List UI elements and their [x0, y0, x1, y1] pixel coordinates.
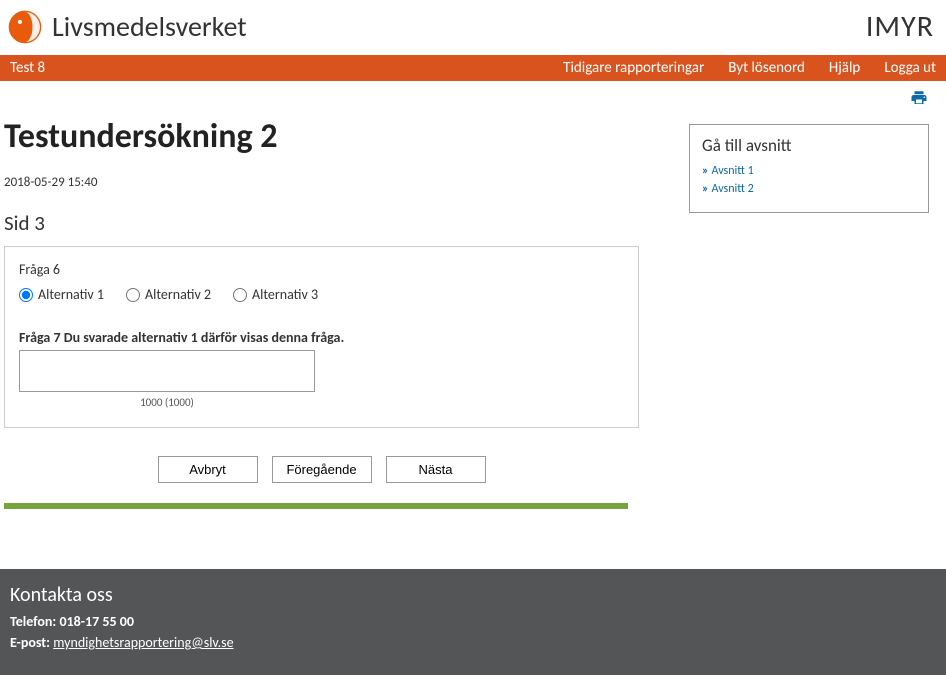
question7-label: Fråga 7 Du svarade alternativ 1 därför v… — [19, 329, 624, 346]
option-alt3[interactable]: Alternativ 3 — [233, 286, 318, 303]
raquo-icon: » — [702, 164, 708, 178]
option-label: Alternativ 1 — [38, 286, 104, 303]
option-alt1[interactable]: Alternativ 1 — [19, 286, 104, 303]
footer-title: Kontakta oss — [10, 583, 936, 607]
print-icon[interactable] — [910, 90, 928, 112]
progress-bar — [4, 503, 628, 509]
brand-text: Livsmedelsverket — [52, 9, 247, 44]
section-nav-box: Gå till avsnitt »Avsnitt 1 »Avsnitt 2 — [689, 124, 929, 213]
section-link-label: Avsnitt 2 — [711, 182, 753, 196]
question-box: Fråga 6 Alternativ 1 Alternativ 2 Altern… — [4, 246, 639, 428]
question7-input[interactable] — [19, 350, 315, 392]
page-title: Testundersökning 2 — [4, 116, 639, 157]
brand: Livsmedelsverket — [8, 9, 247, 44]
phone-value: 018-17 55 00 — [59, 613, 133, 630]
email-link[interactable]: myndighetsrapportering@slv.se — [53, 634, 233, 651]
question7: Fråga 7 Du svarade alternativ 1 därför v… — [19, 329, 624, 409]
section-nav-title: Gå till avsnitt — [702, 135, 916, 156]
section-link-1[interactable]: »Avsnitt 1 — [702, 164, 916, 178]
question6-label: Fråga 6 — [19, 261, 624, 278]
livsmedelsverket-logo-icon — [8, 10, 42, 44]
radio-alt1[interactable] — [19, 288, 33, 302]
radio-alt2[interactable] — [126, 288, 140, 302]
nav-link-tidigare[interactable]: Tidigare rapporteringar — [563, 59, 704, 77]
app-name: IMYR — [866, 8, 934, 45]
timestamp: 2018-05-29 15:40 — [4, 175, 639, 190]
section-link-2[interactable]: »Avsnitt 2 — [702, 182, 916, 196]
next-button[interactable]: Nästa — [386, 456, 486, 483]
footer-email-line: E-post: myndighetsrapportering@slv.se — [10, 634, 936, 651]
option-label: Alternativ 2 — [145, 286, 211, 303]
nav-link-logga-ut[interactable]: Logga ut — [884, 59, 936, 77]
phone-label: Telefon: — [10, 613, 56, 630]
radio-alt3[interactable] — [233, 288, 247, 302]
nav-left-label[interactable]: Test 8 — [10, 59, 45, 77]
option-alt2[interactable]: Alternativ 2 — [126, 286, 211, 303]
page-number-label: Sid 3 — [4, 210, 639, 236]
email-label: E-post: — [10, 634, 50, 651]
header: Livsmedelsverket IMYR — [0, 0, 946, 55]
prev-button[interactable]: Föregående — [272, 456, 372, 483]
navbar: Test 8 Tidigare rapporteringar Byt lösen… — [0, 55, 946, 81]
section-link-label: Avsnitt 1 — [711, 164, 753, 178]
footer: Kontakta oss Telefon: 018-17 55 00 E-pos… — [0, 569, 946, 675]
nav-link-byt-losenord[interactable]: Byt lösenord — [728, 59, 805, 77]
nav-link-hjalp[interactable]: Hjälp — [829, 59, 860, 77]
cancel-button[interactable]: Avbryt — [158, 456, 258, 483]
raquo-icon: » — [702, 182, 708, 196]
option-label: Alternativ 3 — [252, 286, 318, 303]
footer-phone-line: Telefon: 018-17 55 00 — [10, 613, 936, 630]
char-counter: 1000 (1000) — [19, 396, 315, 409]
